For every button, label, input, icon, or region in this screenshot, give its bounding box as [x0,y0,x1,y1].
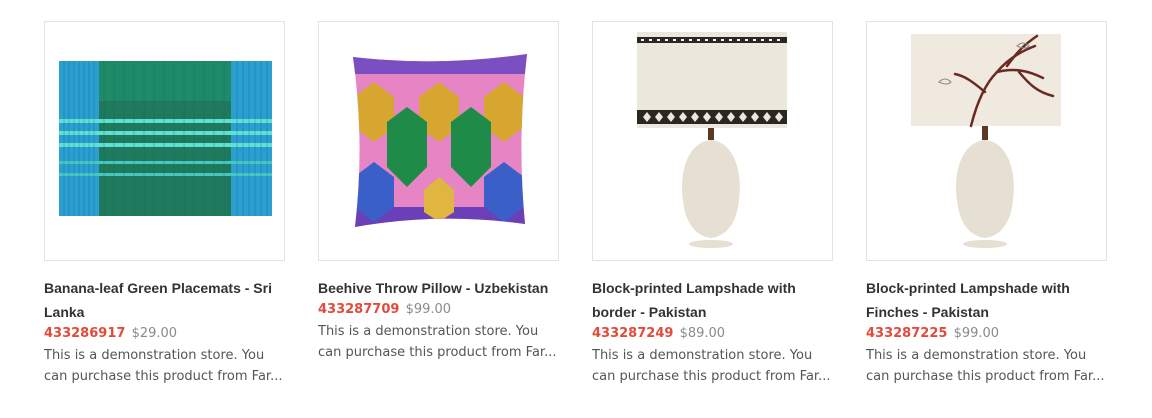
product-grid: Banana-leaf Green Placemats - Sri Lanka … [44,21,1107,387]
product-image-lamp-finches[interactable] [866,21,1107,261]
product-title[interactable]: Banana-leaf Green Placemats - Sri Lanka [44,276,285,324]
product-price-row: 433286917 $29.00 [44,324,285,344]
product-description: This is a demonstration store. You can p… [44,348,283,384]
product-title[interactable]: Block-printed Lampshade with border - Pa… [592,276,833,324]
product-price-row: 433287249 $89.00 [592,324,833,344]
product-card: Block-printed Lampshade with border - Pa… [592,21,833,387]
product-card: Beehive Throw Pillow - Uzbekistan 433287… [318,21,559,387]
product-price-row: 433287225 $99.00 [866,324,1107,344]
product-sku: 433287709 [318,302,400,317]
product-title[interactable]: Beehive Throw Pillow - Uzbekistan [318,276,559,300]
product-price: $99.00 [953,326,1000,341]
product-image-placemat[interactable] [44,21,285,261]
product-description: This is a demonstration store. You can p… [592,348,831,384]
product-card: Block-printed Lampshade with Finches - P… [866,21,1107,387]
product-sku: 433287225 [866,326,948,341]
product-image-lamp-border[interactable] [592,21,833,261]
product-card: Banana-leaf Green Placemats - Sri Lanka … [44,21,285,387]
product-sku: 433286917 [44,326,126,341]
product-description: This is a demonstration store. You can p… [866,348,1105,384]
product-price: $29.00 [131,326,178,341]
product-sku: 433287249 [592,326,674,341]
placemat-image [45,22,284,260]
product-price-row: 433287709 $99.00 [318,300,559,320]
pillow-image [319,22,558,260]
lamp-finches-image [867,22,1106,260]
lamp-border-image [593,22,832,260]
product-description: This is a demonstration store. You can p… [318,324,557,360]
product-title[interactable]: Block-printed Lampshade with Finches - P… [866,276,1107,324]
product-price: $89.00 [679,326,726,341]
product-price: $99.00 [405,302,452,317]
product-image-pillow[interactable] [318,21,559,261]
